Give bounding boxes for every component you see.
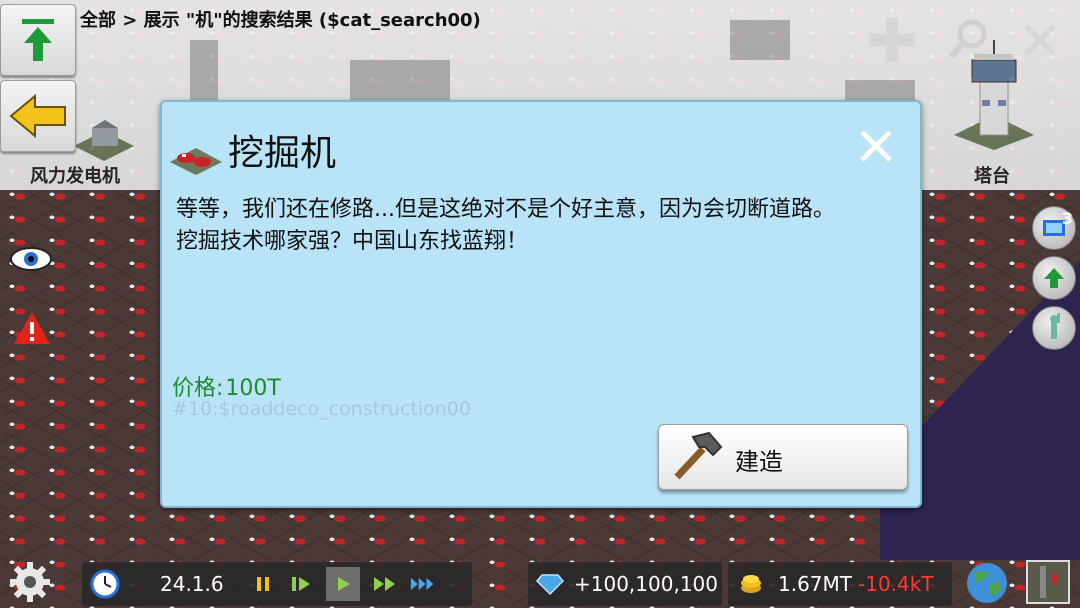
fastest-icon [410, 577, 434, 591]
step-button[interactable] [288, 571, 314, 597]
green-up-arrow-icon [1044, 268, 1064, 288]
time-controls: 24.1.6 [82, 562, 472, 606]
play-icon [338, 577, 350, 591]
dialog-title: 挖掘机 [228, 133, 337, 174]
fast-forward-icon [374, 577, 395, 591]
step-forward-icon [292, 577, 310, 591]
category-label-wind: 风力发电机 [30, 166, 120, 187]
back-button[interactable] [0, 80, 76, 152]
plus-icon[interactable] [866, 14, 918, 66]
game-date: 24.1.6 [160, 572, 224, 596]
hammer-icon [674, 431, 723, 480]
pause-icon [257, 577, 269, 591]
minimap-icon[interactable] [1026, 560, 1070, 604]
build-info-dialog: 挖掘机 等等，我们还在修路...但是这绝对不是个好主意，因为会切断道路。 挖掘技… [160, 100, 922, 508]
excavator-icon [170, 148, 222, 175]
category-label-tower: 塔台 [974, 166, 1010, 187]
fast-forward-button[interactable] [372, 571, 398, 597]
breadcrumb: 全部 > 展示 "机"的搜索结果 ($cat_search00) [80, 10, 481, 31]
statue-icon [1050, 313, 1060, 339]
factory-building [350, 60, 450, 100]
search-icon[interactable] [946, 16, 992, 62]
upload-button[interactable] [0, 4, 76, 76]
gear-icon[interactable] [8, 560, 52, 604]
eye-icon[interactable] [8, 244, 54, 274]
money-display[interactable]: 1.67MT -10.4kT [728, 562, 952, 606]
radio-tower-building [190, 40, 218, 100]
notification-count: 3 [1061, 209, 1073, 228]
clock-icon[interactable] [90, 569, 120, 599]
coins-icon [741, 575, 761, 593]
globe-icon[interactable] [964, 560, 1010, 606]
money-amount: 1.67MT [778, 572, 853, 596]
close-icon[interactable] [856, 126, 896, 166]
warning-icon[interactable] [12, 310, 52, 346]
build-button[interactable]: 建造 [658, 424, 908, 490]
status-bar: 24.1.6 +100,100,100 1.67MT -10.4kT [0, 558, 1080, 608]
warehouse-building [845, 80, 915, 100]
close-search-icon[interactable] [1022, 22, 1058, 58]
item-identifier: #10:$roaddeco_construction00 [172, 398, 471, 420]
play-button[interactable] [326, 567, 360, 601]
yellow-left-arrow-icon [9, 93, 66, 139]
description-line: 挖掘技术哪家强？中国山东找蓝翔！ [176, 229, 529, 254]
pause-button[interactable] [250, 571, 276, 597]
level-up-button[interactable] [1032, 256, 1076, 300]
dialog-description: 等等，我们还在修路...但是这绝对不是个好主意，因为会切断道路。 挖掘技术哪家强… [176, 194, 876, 258]
wind-generator-icon [74, 120, 134, 161]
diamond-amount: +100,100,100 [574, 572, 718, 596]
diamonds-display[interactable]: +100,100,100 [528, 562, 722, 606]
video-reward-button[interactable]: 3 [1032, 206, 1076, 250]
fastest-button[interactable] [410, 571, 436, 597]
diamond-icon [536, 574, 564, 595]
build-button-label: 建造 [735, 448, 783, 476]
money-delta: -10.4kT [858, 572, 934, 596]
green-up-arrow-icon [22, 19, 54, 61]
description-line: 等等，我们还在修路...但是这绝对不是个好主意，因为会切断道路。 [176, 197, 835, 222]
depot-building [730, 20, 790, 60]
landmark-button[interactable] [1032, 306, 1076, 350]
